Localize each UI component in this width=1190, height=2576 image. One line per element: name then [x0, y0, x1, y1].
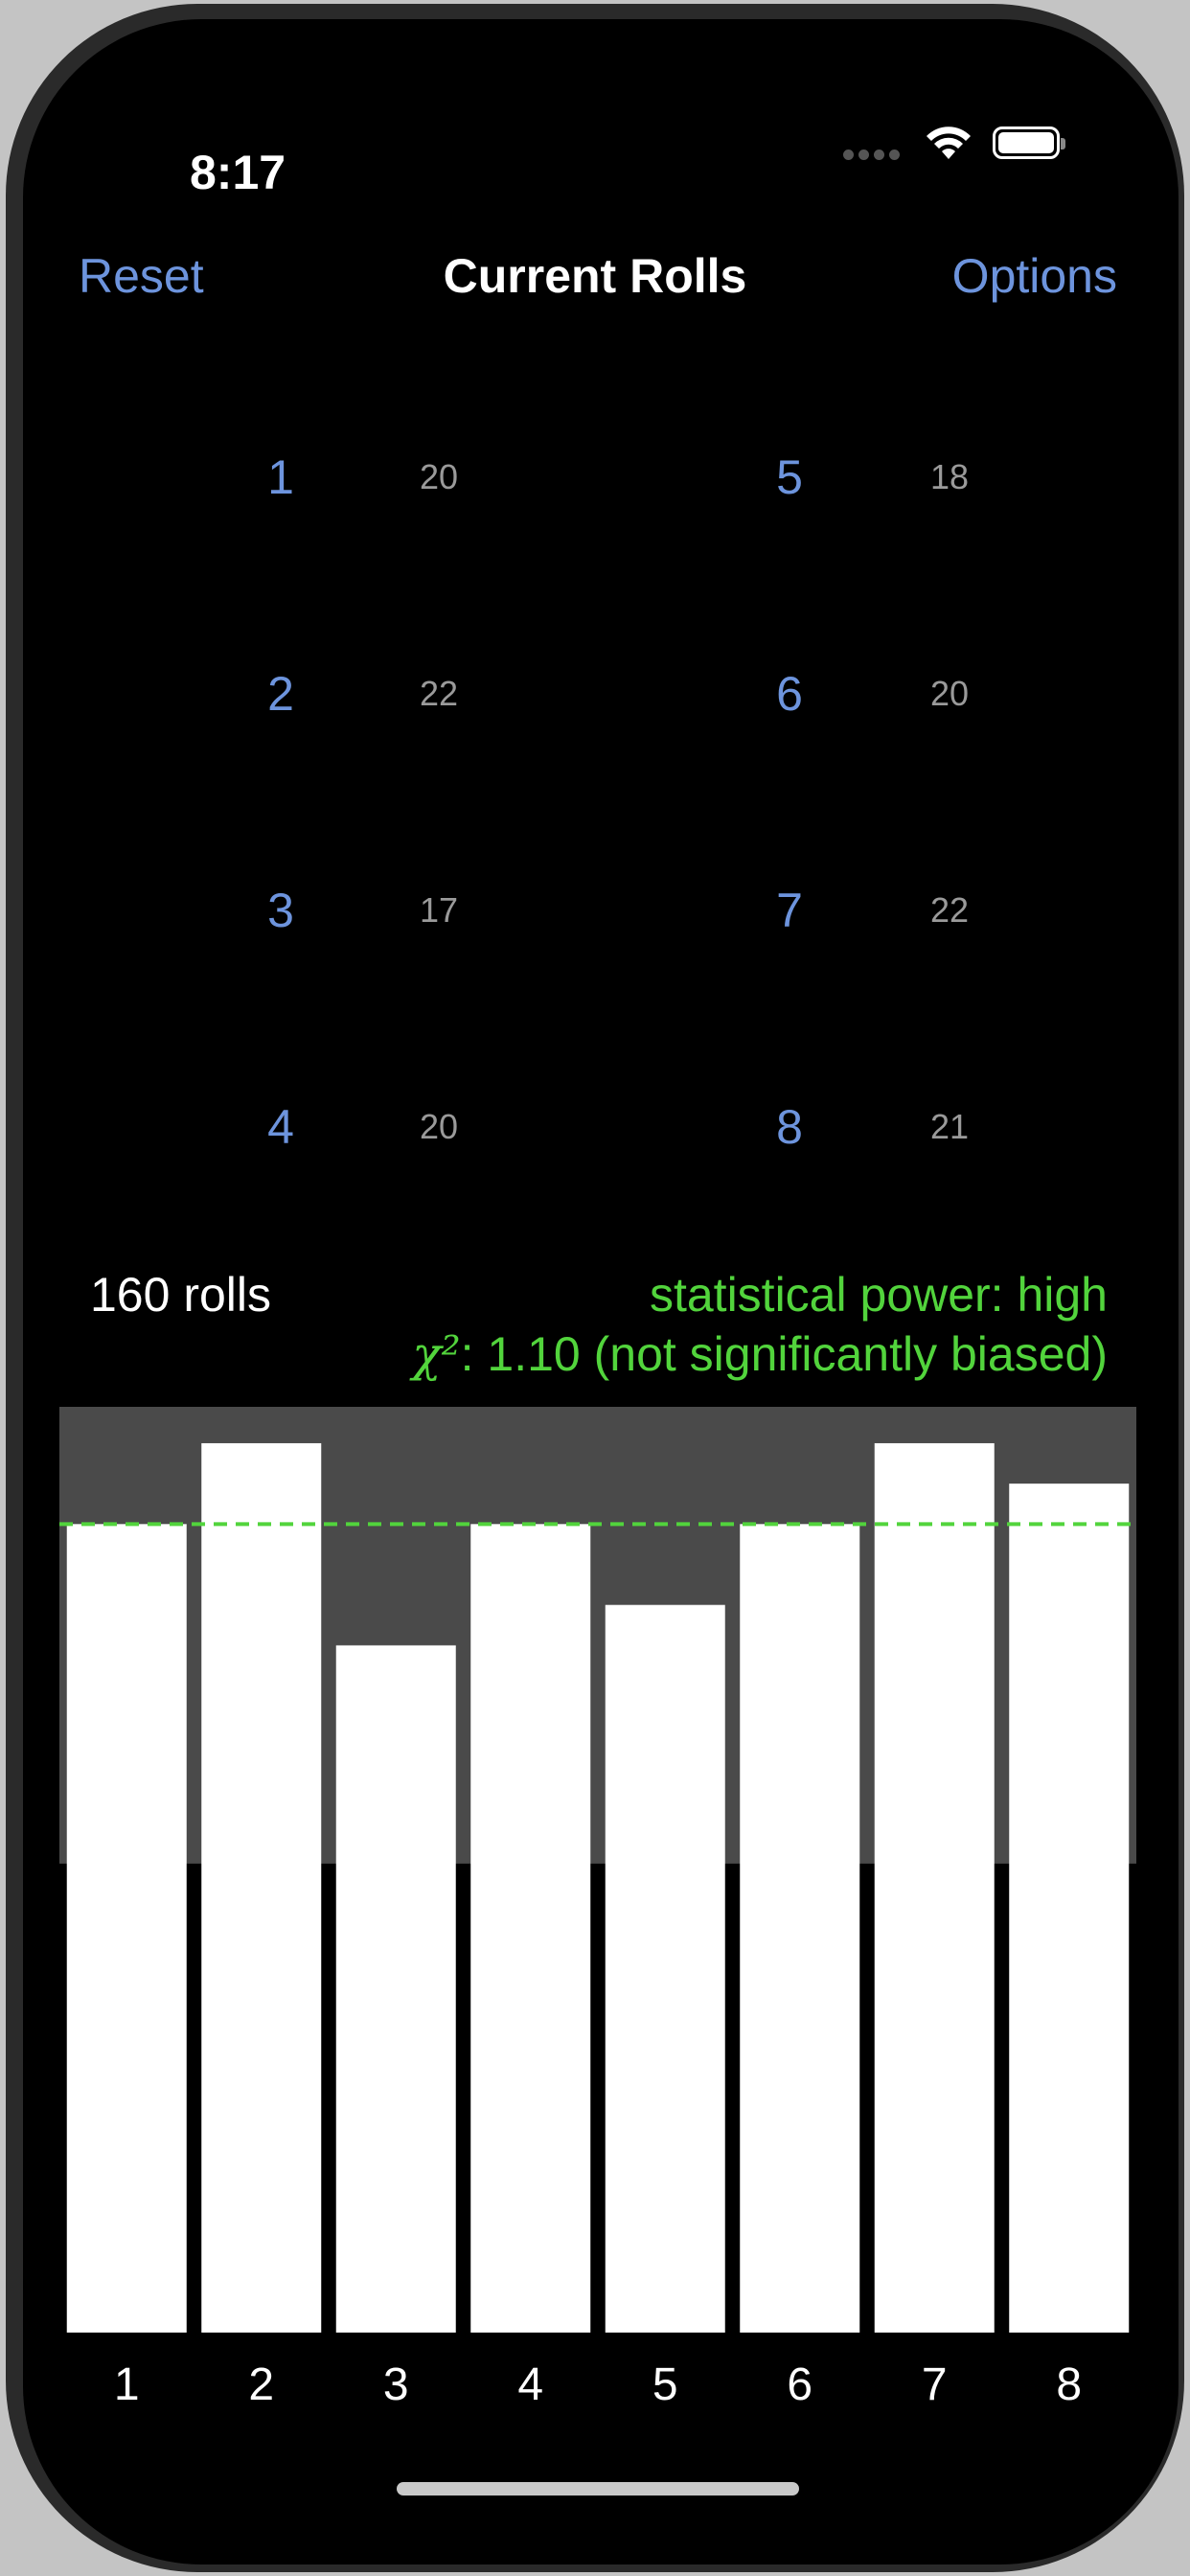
- x-tick-label: 3: [383, 2359, 409, 2410]
- bar-face-1: [66, 1524, 187, 2333]
- home-indicator[interactable]: [397, 2482, 799, 2496]
- x-tick-label: 7: [922, 2359, 948, 2410]
- bar-face-8: [1009, 1484, 1130, 2333]
- bar-face-5: [605, 1604, 725, 2333]
- x-tick-label: 4: [517, 2359, 543, 2410]
- x-tick-label: 1: [114, 2359, 140, 2410]
- x-tick-label: 5: [652, 2359, 678, 2410]
- bar-face-3: [335, 1644, 456, 2333]
- roll-distribution-chart: 1 2 3 4 5 6 7 8: [59, 1407, 1136, 2410]
- x-tick-label: 6: [787, 2359, 812, 2410]
- bar-face-7: [874, 1442, 995, 2333]
- bar-face-2: [201, 1442, 322, 2333]
- bar-face-4: [470, 1524, 591, 2333]
- bar-face-6: [740, 1524, 860, 2333]
- x-tick-label: 2: [248, 2359, 274, 2410]
- x-tick-label: 8: [1056, 2359, 1082, 2410]
